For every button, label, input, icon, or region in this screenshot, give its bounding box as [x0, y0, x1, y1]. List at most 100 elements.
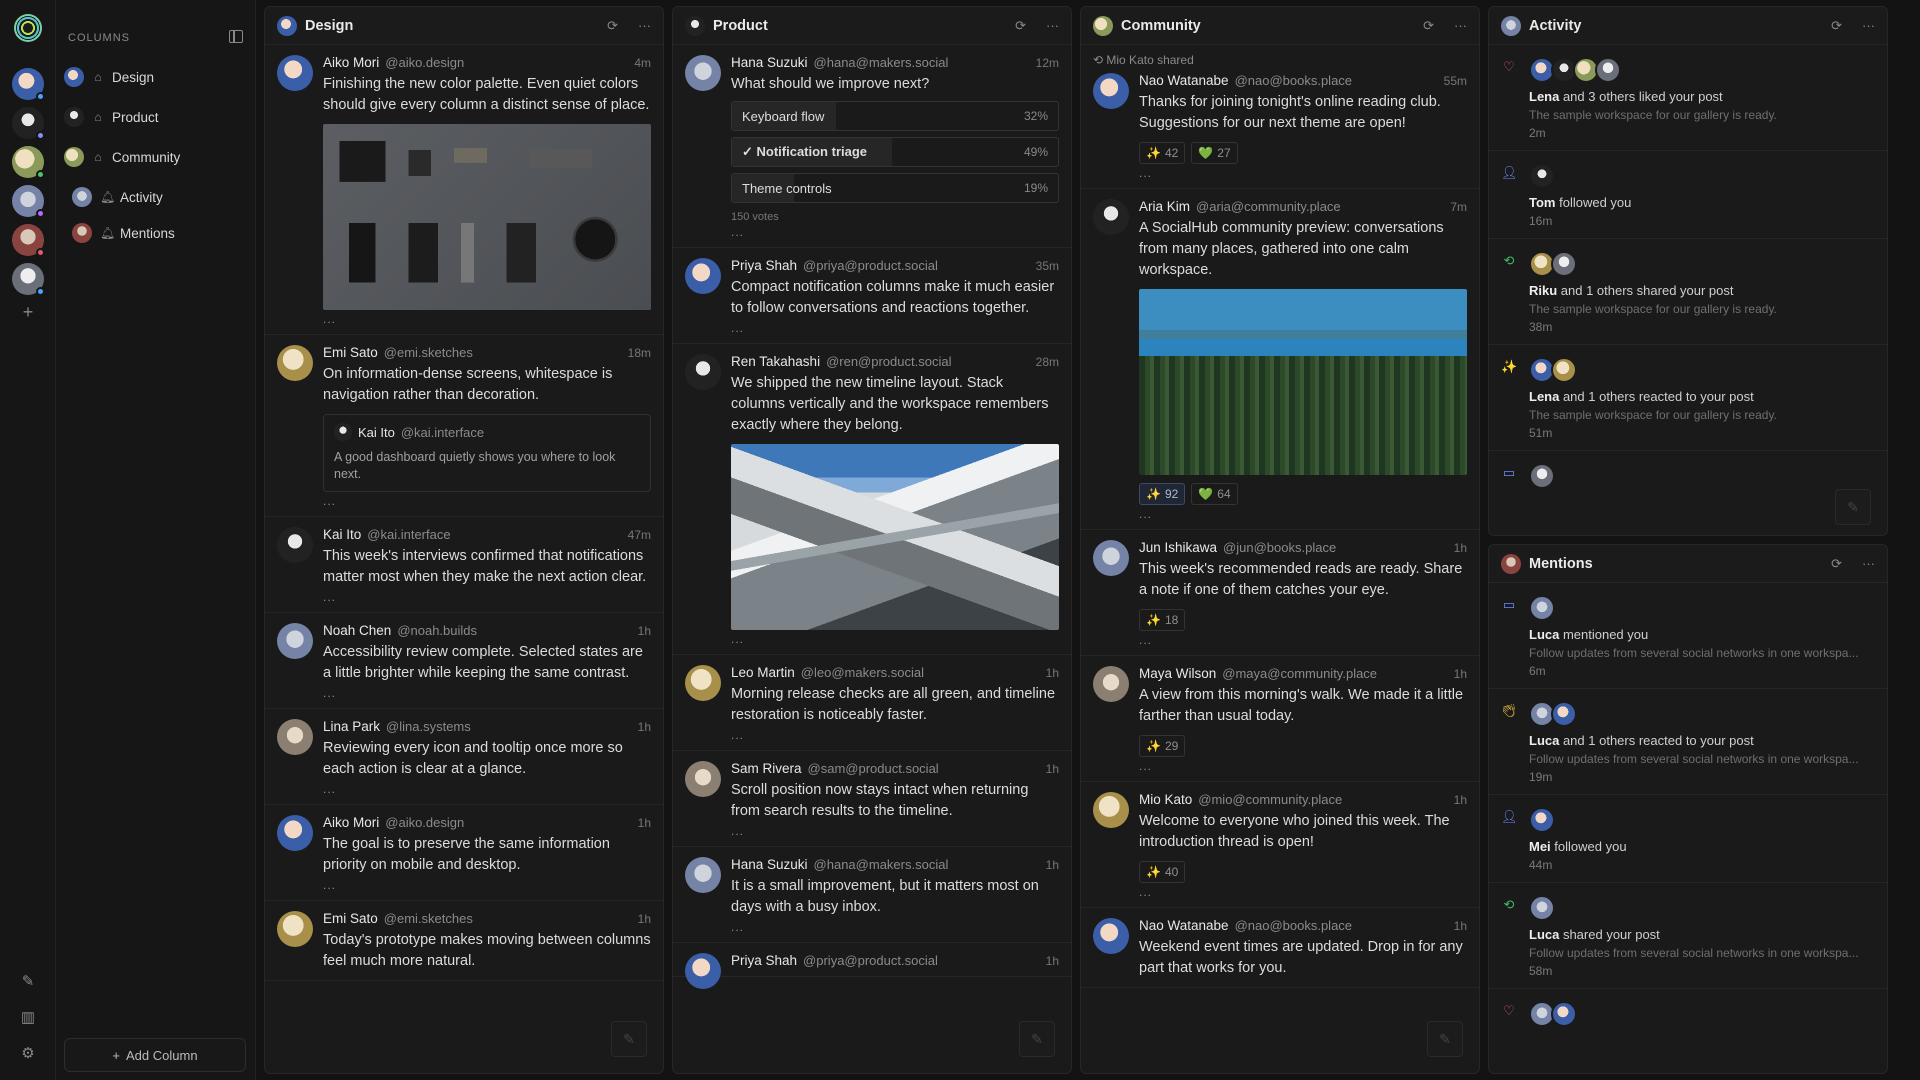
- more-icon[interactable]: ···: [1454, 18, 1467, 33]
- notification-item[interactable]: 👤︎ Mei followed you 44m: [1489, 795, 1887, 883]
- author-name[interactable]: Aiko Mori: [323, 55, 379, 70]
- nav-item-community[interactable]: ⌂ Community: [64, 142, 248, 172]
- author-name[interactable]: Aria Kim: [1139, 199, 1190, 214]
- avatar[interactable]: [685, 953, 721, 989]
- notification-item[interactable]: ⟲ Riku and 1 others shared your post The…: [1489, 239, 1887, 345]
- avatar[interactable]: [277, 527, 313, 563]
- avatar[interactable]: [685, 761, 721, 797]
- actor-name[interactable]: Luca: [1529, 733, 1559, 748]
- author-name[interactable]: Noah Chen: [323, 623, 391, 638]
- avatar[interactable]: [277, 345, 313, 381]
- more-icon[interactable]: ...: [731, 225, 1059, 239]
- compose-icon[interactable]: ✎: [611, 1021, 647, 1057]
- avatar[interactable]: [277, 55, 313, 91]
- author-name[interactable]: Maya Wilson: [1139, 666, 1216, 681]
- post[interactable]: Maya Wilson @maya@community.place 1h A vie…: [1081, 656, 1479, 782]
- nav-item-activity[interactable]: 🔔︎ Activity: [72, 182, 256, 212]
- avatar[interactable]: [1093, 199, 1129, 235]
- reaction-sparkles[interactable]: ✨ 42: [1139, 142, 1186, 164]
- avatar[interactable]: [1093, 792, 1129, 828]
- more-icon[interactable]: ...: [731, 920, 1059, 934]
- notification-item[interactable]: 👤︎ Tom followed you 16m: [1489, 151, 1887, 239]
- more-icon[interactable]: ...: [1139, 633, 1467, 647]
- collapse-panel-icon[interactable]: [229, 30, 243, 43]
- reaction-heart[interactable]: 💚 27: [1191, 142, 1238, 164]
- actor-name[interactable]: Luca: [1529, 627, 1559, 642]
- post-image[interactable]: [323, 124, 651, 310]
- compose-icon[interactable]: ✎: [1019, 1021, 1055, 1057]
- poll-option[interactable]: Theme controls 19%: [731, 173, 1059, 203]
- avatar[interactable]: [277, 815, 313, 851]
- avatar[interactable]: [1093, 918, 1129, 954]
- author-name[interactable]: Hana Suzuki: [731, 55, 808, 70]
- actor-name[interactable]: Tom: [1529, 195, 1555, 210]
- actor-name[interactable]: Lena: [1529, 89, 1559, 104]
- account-avatar[interactable]: [12, 107, 45, 140]
- reaction-sparkles[interactable]: ✨ 40: [1139, 861, 1186, 883]
- post[interactable]: Mio Kato @mio@community.place 1h Welcome t…: [1081, 782, 1479, 908]
- nav-item-product[interactable]: ⌂ Product: [64, 102, 248, 132]
- notification-item[interactable]: ▭: [1489, 451, 1887, 499]
- author-name[interactable]: Emi Sato: [323, 911, 378, 926]
- avatar[interactable]: [685, 258, 721, 294]
- avatar[interactable]: [685, 354, 721, 390]
- account-avatar[interactable]: [12, 224, 45, 257]
- author-name[interactable]: Lina Park: [323, 719, 380, 734]
- post[interactable]: Sam Rivera @sam@product.social 1h Scroll p…: [673, 751, 1071, 847]
- app-logo-icon[interactable]: [14, 14, 42, 42]
- more-icon[interactable]: ...: [731, 824, 1059, 838]
- reaction-sparkles[interactable]: ✨ 29: [1139, 735, 1186, 757]
- account-avatar[interactable]: [12, 263, 45, 296]
- nav-item-mentions[interactable]: 🔔︎ Mentions: [72, 218, 256, 248]
- notification-item[interactable]: ▭ Luca mentioned you Follow updates from…: [1489, 583, 1887, 689]
- author-name[interactable]: Nao Watanabe: [1139, 73, 1229, 88]
- avatar[interactable]: [1093, 540, 1129, 576]
- post[interactable]: Aria Kim @aria@community.place 7m A Social…: [1081, 189, 1479, 530]
- more-icon[interactable]: ...: [731, 632, 1059, 646]
- author-name[interactable]: Leo Martin: [731, 665, 795, 680]
- more-icon[interactable]: ...: [1139, 166, 1467, 180]
- post[interactable]: Lina Park @lina.systems 1h Reviewing every…: [265, 709, 663, 805]
- author-name[interactable]: Nao Watanabe: [1139, 918, 1229, 933]
- more-icon[interactable]: ...: [323, 494, 651, 508]
- reaction-heart[interactable]: 💚 64: [1191, 483, 1238, 505]
- author-name[interactable]: Aiko Mori: [323, 815, 379, 830]
- avatar[interactable]: [277, 911, 313, 947]
- author-name[interactable]: Kai Ito: [323, 527, 361, 542]
- nav-item-design[interactable]: ⌂ Design: [64, 62, 248, 92]
- poll-option[interactable]: ✓ Notification triage 49%: [731, 137, 1059, 167]
- more-icon[interactable]: ...: [323, 782, 651, 796]
- post[interactable]: Noah Chen @noah.builds 1h Accessibility re…: [265, 613, 663, 709]
- reaction-sparkles[interactable]: ✨ 18: [1139, 609, 1186, 631]
- avatar[interactable]: [685, 665, 721, 701]
- more-icon[interactable]: ···: [1862, 18, 1875, 33]
- add-column-button[interactable]: + Add Column: [64, 1038, 246, 1072]
- post[interactable]: Ren Takahashi @ren@product.social 28m We s…: [673, 344, 1071, 655]
- author-name[interactable]: Mio Kato: [1139, 792, 1192, 807]
- more-icon[interactable]: ···: [1046, 18, 1059, 33]
- more-icon[interactable]: ...: [323, 878, 651, 892]
- more-icon[interactable]: ···: [1862, 556, 1875, 571]
- actor-name[interactable]: Riku: [1529, 283, 1557, 298]
- compose-icon[interactable]: ✎: [1427, 1021, 1463, 1057]
- post[interactable]: Emi Sato @emi.sketches 18m On information-…: [265, 335, 663, 517]
- more-icon[interactable]: ...: [731, 728, 1059, 742]
- avatar[interactable]: [685, 55, 721, 91]
- post[interactable]: Priya Shah @priya@product.social 1h: [673, 943, 1071, 989]
- compose-icon[interactable]: ✎: [1835, 489, 1871, 525]
- poll-option[interactable]: Keyboard flow 32%: [731, 101, 1059, 131]
- actor-name[interactable]: Luca: [1529, 927, 1559, 942]
- add-account-icon[interactable]: +: [18, 302, 38, 322]
- author-name[interactable]: Hana Suzuki: [731, 857, 808, 872]
- avatar[interactable]: [277, 719, 313, 755]
- author-name[interactable]: Priya Shah: [731, 258, 797, 273]
- post-image[interactable]: [1139, 289, 1467, 475]
- account-avatar[interactable]: [12, 185, 45, 218]
- post[interactable]: Kai Ito @kai.interface 47m This week's int…: [265, 517, 663, 613]
- avatar[interactable]: [1093, 73, 1129, 109]
- quoted-post[interactable]: Kai Ito @kai.interface A good dashboard q…: [323, 414, 651, 492]
- more-icon[interactable]: ...: [731, 321, 1059, 335]
- post[interactable]: Emi Sato @emi.sketches 1h Today's prototyp…: [265, 901, 663, 981]
- author-name[interactable]: Sam Rivera: [731, 761, 802, 776]
- post[interactable]: Hana Suzuki @hana@makers.social 1h It is a…: [673, 847, 1071, 943]
